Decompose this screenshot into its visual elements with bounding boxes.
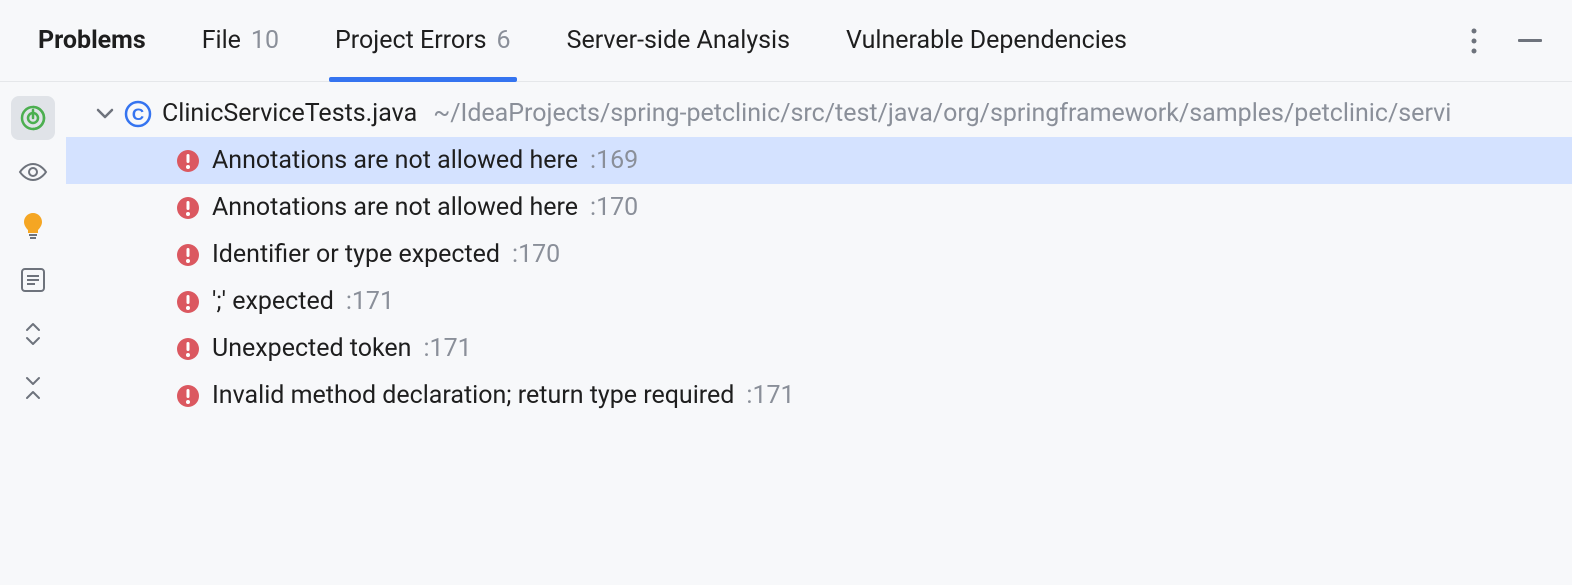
chevron-expand-icon (23, 322, 43, 346)
sidebar-list-button[interactable] (11, 258, 55, 302)
error-message: Unexpected token (212, 334, 411, 363)
tab-problems[interactable]: Problems (10, 0, 174, 81)
tab-count: 10 (251, 26, 279, 55)
svg-text:C: C (132, 105, 144, 124)
sidebar-collapse-button[interactable] (11, 366, 55, 410)
list-icon (20, 267, 46, 293)
error-row[interactable]: Identifier or type expected :170 (66, 231, 1572, 278)
error-line-number: :171 (423, 334, 471, 363)
error-tree: C ClinicServiceTests.java ~/IdeaProjects… (66, 82, 1572, 585)
eye-icon (18, 162, 48, 182)
minimize-button[interactable] (1514, 25, 1546, 57)
kebab-menu-icon (1471, 28, 1477, 54)
error-row[interactable]: Unexpected token :171 (66, 325, 1572, 372)
tab-bar: Problems File 10 Project Errors 6 Server… (0, 0, 1572, 82)
tab-file[interactable]: File 10 (174, 0, 307, 81)
tab-label: Project Errors (335, 26, 487, 55)
error-icon (176, 384, 200, 408)
tab-count: 6 (497, 26, 511, 55)
tab-project-errors[interactable]: Project Errors 6 (307, 0, 539, 81)
error-row[interactable]: ';' expected :171 (66, 278, 1572, 325)
target-icon (19, 104, 47, 132)
tab-server-side-analysis[interactable]: Server-side Analysis (539, 0, 818, 81)
error-message: Annotations are not allowed here (212, 193, 578, 222)
error-line-number: :171 (746, 381, 794, 410)
tab-vulnerable-dependencies[interactable]: Vulnerable Dependencies (818, 0, 1155, 81)
error-line-number: :169 (590, 146, 638, 175)
chevron-down-icon[interactable] (96, 108, 114, 120)
sidebar-expand-button[interactable] (11, 312, 55, 356)
error-message: Invalid method declaration; return type … (212, 381, 734, 410)
error-row[interactable]: Invalid method declaration; return type … (66, 372, 1572, 419)
error-line-number: :171 (346, 287, 394, 316)
chevron-collapse-icon (23, 376, 43, 400)
error-icon (176, 149, 200, 173)
sidebar (0, 82, 66, 585)
error-icon (176, 196, 200, 220)
error-icon (176, 243, 200, 267)
file-row[interactable]: C ClinicServiceTests.java ~/IdeaProjects… (66, 90, 1572, 137)
minimize-icon (1518, 39, 1542, 43)
tab-label: Server-side Analysis (567, 26, 790, 55)
tab-label: Problems (38, 26, 146, 55)
sidebar-eye-button[interactable] (11, 150, 55, 194)
sidebar-bulb-button[interactable] (11, 204, 55, 248)
more-options-button[interactable] (1458, 25, 1490, 57)
error-message: ';' expected (212, 287, 334, 316)
error-icon (176, 290, 200, 314)
error-row[interactable]: Annotations are not allowed here :170 (66, 184, 1572, 231)
sidebar-target-button[interactable] (11, 96, 55, 140)
error-message: Annotations are not allowed here (212, 146, 578, 175)
error-icon (176, 337, 200, 361)
file-path: ~/IdeaProjects/spring-petclinic/src/test… (433, 99, 1451, 128)
error-line-number: :170 (512, 240, 560, 269)
error-line-number: :170 (590, 193, 638, 222)
tab-label: File (202, 26, 241, 55)
lightbulb-icon (21, 211, 45, 241)
error-row[interactable]: Annotations are not allowed here :169 (66, 137, 1572, 184)
class-badge-icon: C (124, 100, 152, 128)
tab-label: Vulnerable Dependencies (846, 26, 1127, 55)
error-message: Identifier or type expected (212, 240, 500, 269)
file-name: ClinicServiceTests.java (162, 99, 417, 128)
